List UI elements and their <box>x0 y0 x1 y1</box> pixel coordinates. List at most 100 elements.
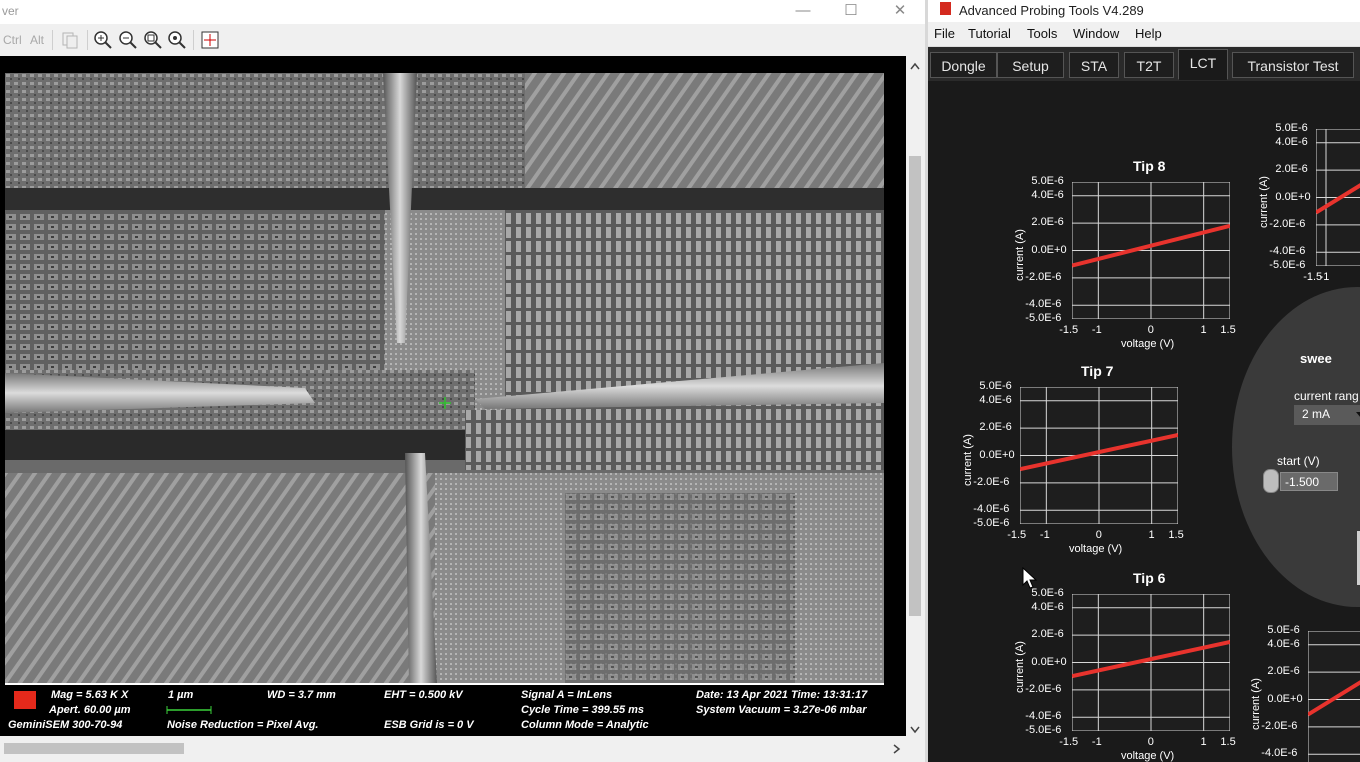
cycle-time: Cycle Time = 399.55 ms <box>521 704 645 716</box>
iv-plot[interactable] <box>1072 594 1230 731</box>
iv-plot[interactable] <box>1072 182 1230 319</box>
toolbar-divider <box>52 30 53 50</box>
y-tick-label: -2.0E-6 <box>1261 719 1298 732</box>
menu-file[interactable]: File <box>934 26 955 41</box>
minimize-button[interactable]: — <box>780 0 826 24</box>
alt-toggle[interactable]: Alt <box>30 33 44 47</box>
x-tick-label: -1.5 <box>1007 529 1027 541</box>
menu-tutorial[interactable]: Tutorial <box>968 26 1011 41</box>
tab-sta[interactable]: STA <box>1069 52 1119 78</box>
x-tick-label: 1 <box>1200 736 1207 748</box>
sem-viewer-window: ver — ☐ ✕ Ctrl Alt Mag = 5.63 K X Apert.… <box>0 0 925 762</box>
fit-window-icon[interactable] <box>200 30 220 50</box>
zoom-fit-icon[interactable] <box>143 30 163 50</box>
current-range-select[interactable]: 2 mA <box>1294 405 1360 425</box>
iv-plot[interactable] <box>1020 387 1178 524</box>
close-button[interactable]: ✕ <box>877 0 923 24</box>
y-tick-label: 0.0E+0 <box>1031 243 1067 256</box>
y-tick-label: 0.0E+0 <box>1267 692 1303 705</box>
system-vacuum: System Vacuum = 3.27e-06 mbar <box>696 704 867 716</box>
y-tick-label: 5.0E-6 <box>1031 175 1064 187</box>
y-tick-label: 4.0E-6 <box>1267 637 1300 650</box>
start-voltage-value: -1.500 <box>1285 475 1320 489</box>
x-tick-label: -1 <box>1319 271 1330 283</box>
zeiss-logo <box>14 691 36 709</box>
start-stepper-knob[interactable] <box>1263 469 1279 493</box>
y-tick-label: 4.0E-6 <box>1031 188 1064 201</box>
ctrl-toggle[interactable]: Ctrl <box>3 33 22 47</box>
tab-t2t[interactable]: T2T <box>1124 52 1174 78</box>
scrollbar-thumb[interactable] <box>4 743 184 754</box>
noise-reduction: Noise Reduction = Pixel Avg. <box>167 719 319 731</box>
vertical-scrollbar[interactable] <box>906 56 925 740</box>
horizontal-scrollbar[interactable] <box>0 740 906 757</box>
tab-setup[interactable]: Setup <box>997 52 1064 78</box>
tab-transistor-test[interactable]: Transistor Test <box>1232 52 1354 78</box>
sem-image-viewport[interactable]: Mag = 5.63 K X Apert. 60.00 µm GeminiSEM… <box>0 56 906 736</box>
zoom-actual-icon[interactable] <box>167 30 187 50</box>
chevron-down-icon <box>1356 412 1360 417</box>
x-axis-label: voltage (V) <box>1121 338 1175 350</box>
y-tick-label: -5.0E-6 <box>1025 724 1062 736</box>
toolbar-divider <box>87 30 88 50</box>
current-range-label: current rang <box>1294 389 1359 403</box>
iv-plot[interactable] <box>1308 631 1360 762</box>
y-tick-label: 4.0E-6 <box>1031 600 1064 613</box>
y-tick-label: -4.0E-6 <box>973 503 1010 516</box>
current-range-value: 2 mA <box>1302 407 1331 421</box>
y-tick-label: 2.0E-6 <box>1275 163 1308 176</box>
plot-title: Tip 7 <box>1081 363 1114 379</box>
copy-icon[interactable] <box>60 30 80 50</box>
scroll-down-icon[interactable] <box>910 726 920 734</box>
y-tick-label: 0.0E+0 <box>979 448 1015 461</box>
instrument-name: GeminiSEM 300-70-94 <box>8 719 123 731</box>
date-time: Date: 13 Apr 2021 Time: 13:31:17 <box>696 689 868 701</box>
y-tick-label: -2.0E-6 <box>1025 270 1062 283</box>
scroll-up-icon[interactable] <box>910 62 920 70</box>
aperture-readout: Apert. 60.00 µm <box>49 704 131 716</box>
y-tick-label: -2.0E-6 <box>1269 217 1306 230</box>
window-title: ver <box>2 4 19 18</box>
x-tick-label: 0 <box>1147 324 1154 336</box>
y-tick-label: -5.0E-6 <box>973 517 1010 529</box>
x-tick-label: 1 <box>1148 529 1155 541</box>
start-voltage-field[interactable]: -1.500 <box>1280 472 1338 491</box>
x-tick-label: -1.5 <box>1059 736 1079 748</box>
y-tick-label: -4.0E-6 <box>1269 245 1306 258</box>
y-tick-label: -4.0E-6 <box>1025 298 1062 311</box>
plot-title: Tip 8 <box>1133 158 1166 174</box>
lct-panel: Tip 8 5.0E-6 4.0E-6 2.0E-6 0.0E+0 -2.0E-6 -4.0… <box>928 81 1360 762</box>
start-label: start (V) <box>1277 454 1320 468</box>
mouse-cursor-icon <box>1022 567 1038 589</box>
x-tick-label: -1 <box>1039 529 1050 541</box>
zoom-out-icon[interactable] <box>118 30 138 50</box>
menu-help[interactable]: Help <box>1135 26 1162 41</box>
maximize-button[interactable]: ☐ <box>828 0 874 24</box>
tab-dongle[interactable]: Dongle <box>930 52 997 78</box>
tab-lct[interactable]: LCT <box>1178 49 1228 80</box>
y-tick-label: 2.0E-6 <box>979 421 1012 434</box>
plot-title: Tip 6 <box>1133 570 1166 586</box>
scroll-right-icon[interactable] <box>893 744 901 754</box>
y-tick-label: -2.0E-6 <box>1025 682 1062 695</box>
y-tick-label: 5.0E-6 <box>1267 624 1300 636</box>
y-axis-label: current (A) <box>1014 640 1026 693</box>
scale-bar <box>166 706 212 714</box>
x-tick-label: 1.5 <box>1220 736 1236 748</box>
menu-tools[interactable]: Tools <box>1027 26 1057 41</box>
signal-readout: Signal A = InLens <box>521 689 613 701</box>
y-axis-label: current (A) <box>962 433 974 486</box>
y-tick-label: -2.0E-6 <box>973 475 1010 488</box>
y-tick-label: -5.0E-6 <box>1269 259 1306 271</box>
y-tick-label: 4.0E-6 <box>1275 135 1308 148</box>
x-tick-label: -1 <box>1091 736 1102 748</box>
iv-plot[interactable] <box>1316 129 1360 266</box>
sem-image[interactable] <box>5 73 884 683</box>
zoom-in-icon[interactable] <box>93 30 113 50</box>
x-tick-label: -1.5 <box>1059 324 1079 336</box>
menu-window[interactable]: Window <box>1073 26 1119 41</box>
y-tick-label: 2.0E-6 <box>1031 628 1064 641</box>
scrollbar-thumb[interactable] <box>909 156 921 616</box>
mag-readout: Mag = 5.63 K X <box>51 689 129 701</box>
y-tick-label: 0.0E+0 <box>1275 190 1311 203</box>
